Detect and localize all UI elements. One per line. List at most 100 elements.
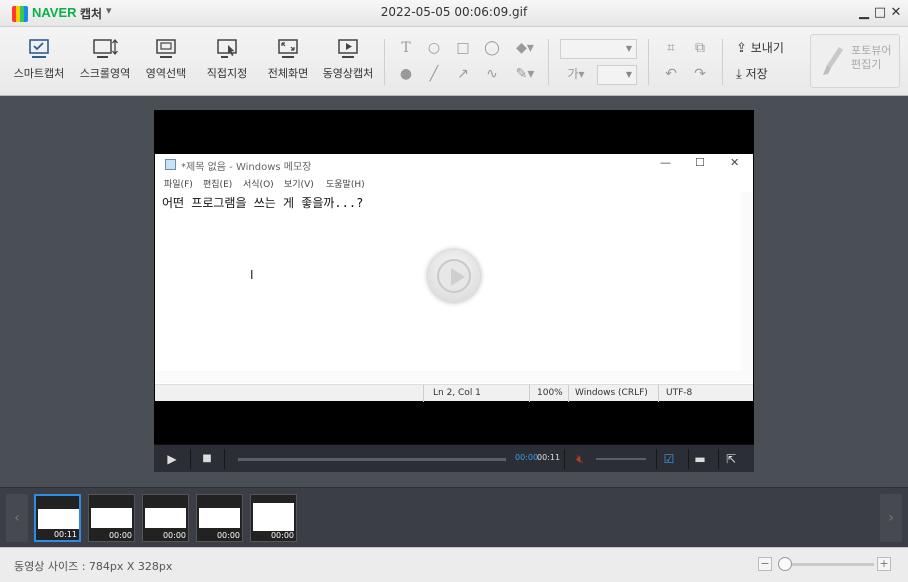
thumbnail-time: 00:00 bbox=[162, 531, 186, 540]
close-button[interactable]: ✕ bbox=[888, 4, 904, 22]
strip-next-arrow-icon[interactable]: › bbox=[880, 494, 902, 542]
manual-select-label: 직접지정 bbox=[206, 67, 248, 80]
export-icon[interactable]: ⇱ bbox=[721, 449, 741, 469]
fill-color-icon[interactable]: ◆▾ bbox=[512, 39, 538, 57]
smart-capture-icon bbox=[29, 39, 49, 58]
freehand-tool-icon[interactable]: ∿ bbox=[483, 65, 501, 83]
video-capture-label: 동영상캡처 bbox=[322, 67, 374, 80]
photo-viewer-editor-button[interactable]: 포토뷰어 편집기 bbox=[810, 34, 900, 88]
scroll-area-button[interactable]: 스크롤영역 bbox=[78, 37, 132, 81]
notepad-icon bbox=[165, 159, 176, 170]
circle-tool-icon[interactable]: ○ bbox=[425, 39, 443, 57]
title-bar: NAVER 캡처 ▾ 2022-05-05 00:06:09.gif ▁ □ ✕ bbox=[0, 0, 908, 27]
line-tool-icon[interactable]: ╱ bbox=[425, 65, 443, 83]
send-button[interactable]: ⇪ 보내기 bbox=[736, 39, 784, 56]
thumbnail-image bbox=[145, 508, 186, 528]
cursor-position: Ln 2, Col 1 bbox=[433, 388, 481, 398]
font-style-button[interactable]: 가▾ bbox=[564, 65, 588, 83]
notepad-close-icon: ✕ bbox=[730, 156, 740, 169]
manual-select-button[interactable]: 직접지정 bbox=[203, 37, 251, 81]
chevron-down-icon: ▼ bbox=[625, 70, 632, 79]
region-select-icon bbox=[156, 39, 176, 58]
notepad-menu-help: 도움말(H) bbox=[326, 180, 365, 190]
player-divider bbox=[190, 449, 191, 469]
minimize-button[interactable]: ▁ bbox=[856, 4, 872, 22]
player-divider bbox=[564, 449, 565, 469]
thumbnail-image bbox=[199, 508, 240, 528]
send-label: 보내기 bbox=[750, 41, 784, 55]
play-overlay-button[interactable] bbox=[428, 250, 480, 302]
region-select-button[interactable]: 영역선택 bbox=[142, 37, 190, 81]
player-divider bbox=[656, 449, 657, 469]
toolbar-divider bbox=[384, 39, 385, 85]
notepad-title: *제목 없음 - Windows 메모장 bbox=[181, 162, 312, 173]
notepad-content: 어떤 프로그램을 쓰는 게 좋을까...? bbox=[162, 196, 364, 210]
volume-slider[interactable] bbox=[596, 458, 646, 460]
thumbnail-time: 00:00 bbox=[216, 531, 240, 540]
brush-icon bbox=[823, 47, 843, 75]
fullscreen-icon bbox=[278, 39, 298, 58]
crop-icon[interactable]: ⌗ bbox=[662, 39, 680, 57]
zoom-in-button[interactable]: + bbox=[877, 557, 891, 571]
seek-bar[interactable] bbox=[238, 458, 506, 461]
smart-capture-button[interactable]: 스마트캡처 bbox=[12, 37, 66, 81]
smart-capture-label: 스마트캡처 bbox=[13, 67, 65, 80]
redo-icon[interactable]: ↷ bbox=[691, 65, 709, 83]
fullscreen-label: 전체화면 bbox=[267, 67, 309, 80]
player-divider bbox=[718, 449, 719, 469]
status-divider bbox=[568, 385, 569, 402]
notepad-maximize-icon: ☐ bbox=[695, 156, 705, 169]
total-time: 00:11 bbox=[537, 453, 561, 462]
checkbox-icon[interactable]: ☑ bbox=[659, 449, 679, 469]
video-capture-icon bbox=[338, 39, 358, 58]
toolbar-divider bbox=[722, 39, 723, 85]
player-divider bbox=[688, 449, 689, 469]
zoom-out-button[interactable]: − bbox=[758, 557, 772, 571]
notepad-menu-file: 파일(F) bbox=[164, 180, 193, 190]
mute-icon[interactable]: 🔇︎ bbox=[570, 449, 590, 469]
thumbnail-time: 00:00 bbox=[270, 531, 294, 540]
text-tool-icon[interactable]: T bbox=[397, 39, 415, 57]
video-capture-button[interactable]: 동영상캡처 bbox=[321, 37, 375, 81]
zoom-slider-knob[interactable] bbox=[778, 557, 792, 571]
notepad-minimize-icon: — bbox=[660, 156, 671, 169]
rectangle-tool-icon[interactable]: □ bbox=[454, 39, 472, 57]
toolbar: 스마트캡처 스크롤영역 영역선택 직접지정 전체화면 동영상캡처 T ○ □ ◯… bbox=[0, 27, 908, 96]
thumbnail-frame[interactable]: 00:00 bbox=[196, 494, 243, 542]
font-size-select[interactable]: ▼ bbox=[597, 65, 637, 85]
fullscreen-button[interactable]: 전체화면 bbox=[264, 37, 312, 81]
thumbnail-strip: ‹ 00:11 00:00 00:00 00:00 00:00 › bbox=[0, 487, 908, 547]
thumbnail-time: 00:11 bbox=[53, 530, 77, 539]
status-divider bbox=[529, 385, 530, 402]
encoding: UTF-8 bbox=[666, 388, 693, 398]
save-button[interactable]: ⤓ 저장 bbox=[736, 65, 768, 82]
maximize-button[interactable]: □ bbox=[872, 4, 888, 22]
current-time: 00:00 bbox=[515, 453, 539, 462]
thumbnail-image bbox=[91, 508, 132, 528]
stop-button[interactable]: ■ bbox=[197, 449, 217, 469]
number-tool-icon[interactable]: ● bbox=[397, 65, 415, 83]
region-select-label: 영역선택 bbox=[145, 67, 187, 80]
notepad-horizontal-scrollbar bbox=[155, 371, 753, 383]
thumbnail-frame[interactable]: 00:11 bbox=[34, 494, 81, 542]
thumbnail-frame[interactable]: 00:00 bbox=[142, 494, 189, 542]
status-divider bbox=[423, 385, 424, 402]
notepad-statusbar: Ln 2, Col 1 100% Windows (CRLF) UTF-8 bbox=[155, 384, 753, 402]
zoom-slider[interactable] bbox=[784, 563, 874, 566]
save-label: 저장 bbox=[745, 67, 768, 81]
thumbnail-frame[interactable]: 00:00 bbox=[88, 494, 135, 542]
line-width-select[interactable]: ▼ bbox=[560, 39, 637, 59]
play-button[interactable]: ▶ bbox=[162, 449, 182, 469]
folder-icon[interactable]: ▬ bbox=[690, 449, 710, 469]
share-icon: ⇪ bbox=[736, 41, 747, 56]
resize-icon[interactable]: ⧉ bbox=[691, 39, 709, 57]
scroll-area-label: 스크롤영역 bbox=[79, 67, 131, 80]
line-color-icon[interactable]: ✎▾ bbox=[512, 65, 538, 83]
thumbnail-time: 00:00 bbox=[108, 531, 132, 540]
arrow-tool-icon[interactable]: ↗ bbox=[454, 65, 472, 83]
strip-prev-arrow-icon[interactable]: ‹ bbox=[6, 494, 28, 542]
line-ending: Windows (CRLF) bbox=[575, 388, 648, 398]
speech-bubble-tool-icon[interactable]: ◯ bbox=[483, 39, 501, 57]
thumbnail-frame[interactable]: 00:00 bbox=[250, 494, 297, 542]
undo-icon[interactable]: ↶ bbox=[662, 65, 680, 83]
